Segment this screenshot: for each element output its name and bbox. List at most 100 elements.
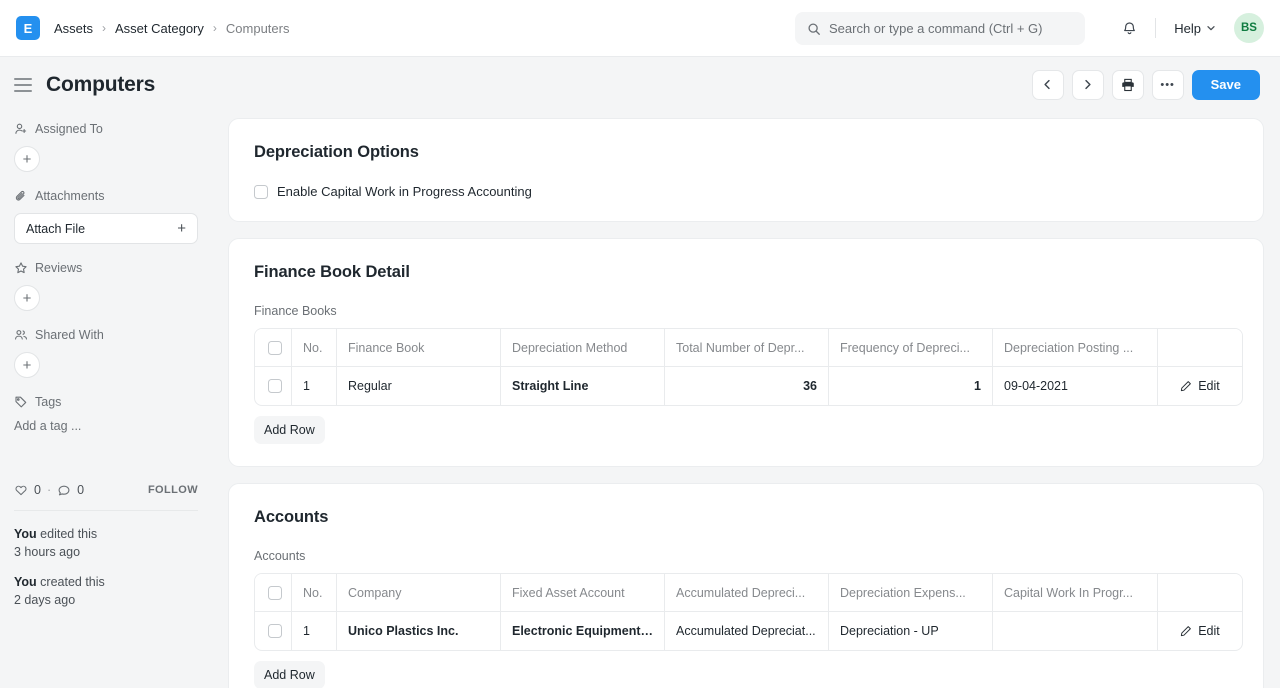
attach-file-label: Attach File [26,221,86,236]
save-button[interactable]: Save [1191,69,1260,100]
breadcrumb-item-assets[interactable]: Assets [54,21,93,36]
follow-button[interactable]: FOLLOW [148,484,198,496]
attachments-label: Attachments [35,189,105,203]
chevron-down-icon [1206,23,1216,33]
breadcrumb-item-asset-category[interactable]: Asset Category [115,21,204,36]
enable-cwip-row[interactable]: Enable Capital Work in Progress Accounti… [254,184,1238,199]
breadcrumb-separator-icon: › [212,21,217,35]
breadcrumb-separator-icon: › [102,21,107,35]
print-icon[interactable] [1111,69,1144,100]
edit-row-button[interactable]: Edit [1169,379,1231,393]
cell-depreciation-expense[interactable]: Depreciation - UP [829,612,993,650]
select-all-checkbox[interactable] [268,585,282,600]
heart-icon [14,483,28,497]
column-header-no: No. [292,574,337,612]
cell-no: 1 [292,367,337,405]
cell-posting-date[interactable]: 09-04-2021 [993,367,1158,405]
like-count-value: 0 [34,483,41,497]
previous-document-button[interactable] [1031,69,1064,100]
finance-books-table: No. Finance Book Depreciation Method Tot… [254,328,1243,406]
sidebar-stats: 0 · 0 FOLLOW [14,483,198,497]
cell-accumulated-depreciation[interactable]: Accumulated Depreciat... [665,612,829,650]
assign-user-icon [14,122,28,136]
table-row[interactable]: 1 Regular Straight Line 36 1 09-04-2021 [255,367,1242,405]
cell-capital-wip[interactable] [993,612,1158,650]
breadcrumb-item-computers: Computers [225,20,290,36]
reviews-label-row: Reviews [14,261,198,275]
navbar-divider [1155,18,1157,38]
cell-fixed-asset-account[interactable]: Electronic Equipments... [501,612,665,650]
avatar[interactable]: BS [1234,13,1264,43]
cell-frequency[interactable]: 1 [829,367,993,405]
cell-no: 1 [292,612,337,650]
sidebar-section-attachments: Attachments Attach File + [14,189,198,244]
edit-row-button[interactable]: Edit [1169,624,1231,638]
activity-time: 2 days ago [14,593,76,608]
search-bar[interactable] [795,12,1085,45]
row-edit-cell[interactable]: Edit [1158,367,1242,405]
attach-file-button[interactable]: Attach File + [14,213,198,244]
tags-label: Tags [35,395,62,409]
enable-cwip-checkbox[interactable] [254,184,268,199]
add-row-button-finance-books[interactable]: Add Row [254,416,325,444]
search-input[interactable] [829,21,1073,36]
plus-icon: + [177,220,186,237]
sidebar-toggle-icon[interactable] [14,77,36,92]
accounts-table: No. Company Fixed Asset Account Accumula… [254,573,1243,651]
cell-depreciation-method[interactable]: Straight Line [501,367,665,405]
sidebar-section-assigned-to: Assigned To + [14,122,198,172]
help-menu-button[interactable]: Help [1168,16,1222,41]
row-select-checkbox[interactable] [268,624,282,638]
column-header-capital-wip: Capital Work In Progr... [993,574,1158,612]
column-header-finance-book: Finance Book [337,329,501,367]
row-select-cell [255,367,292,405]
comment-icon [57,483,71,497]
row-select-checkbox[interactable] [268,379,282,393]
depreciation-options-card: Depreciation Options Enable Capital Work… [228,118,1264,222]
add-tag-input[interactable]: Add a tag ... [14,419,198,433]
assigned-to-label-row: Assigned To [14,122,198,136]
more-options-button[interactable]: ••• [1151,69,1184,100]
like-count[interactable]: 0 [14,483,41,497]
shared-with-label-row: Shared With [14,328,198,342]
activity-action: edited this [36,527,98,541]
column-header-depreciation-method: Depreciation Method [501,329,665,367]
column-header-actions [1158,329,1242,367]
pencil-icon [1180,625,1192,637]
stats-separator: · [46,483,52,497]
add-row-button-accounts[interactable]: Add Row [254,661,325,688]
depreciation-options-title: Depreciation Options [254,143,419,161]
breadcrumb: Assets › Asset Category › Computers [54,21,289,36]
column-header-fixed-asset-account: Fixed Asset Account [501,574,665,612]
navbar-right-group: Help BS [1113,12,1264,44]
next-document-button[interactable] [1071,69,1104,100]
table-header-row: No. Company Fixed Asset Account Accumula… [255,574,1242,612]
add-review-button[interactable]: + [14,285,40,311]
select-all-checkbox[interactable] [268,340,282,355]
tag-icon [14,395,28,409]
finance-book-detail-card: Finance Book Detail Finance Books No. Fi… [228,238,1264,467]
sidebar-section-reviews: Reviews + [14,261,198,311]
edit-label: Edit [1198,379,1220,393]
attachments-label-row: Attachments [14,189,198,203]
activity-item-created: You created this 2 days ago [14,573,198,609]
row-edit-cell[interactable]: Edit [1158,612,1242,650]
page-header-actions: ••• Save [1031,69,1260,100]
comment-count[interactable]: 0 [57,483,84,497]
search-icon [807,22,821,36]
select-all-header [255,574,292,612]
column-header-company: Company [337,574,501,612]
cell-total-number[interactable]: 36 [665,367,829,405]
notification-bell-icon[interactable] [1113,12,1145,44]
cell-company[interactable]: Unico Plastics Inc. [337,612,501,650]
activity-time: 3 hours ago [14,545,81,560]
sidebar-section-shared-with: Shared With + [14,328,198,378]
add-assignment-button[interactable]: + [14,146,40,172]
cell-finance-book[interactable]: Regular [337,367,501,405]
table-row[interactable]: 1 Unico Plastics Inc. Electronic Equipme… [255,612,1242,650]
app-logo[interactable]: E [16,16,40,40]
star-icon [14,261,28,275]
page-layout: Assigned To + Attachments Attach File + [0,112,1280,688]
column-header-posting-date: Depreciation Posting ... [993,329,1158,367]
add-share-button[interactable]: + [14,352,40,378]
